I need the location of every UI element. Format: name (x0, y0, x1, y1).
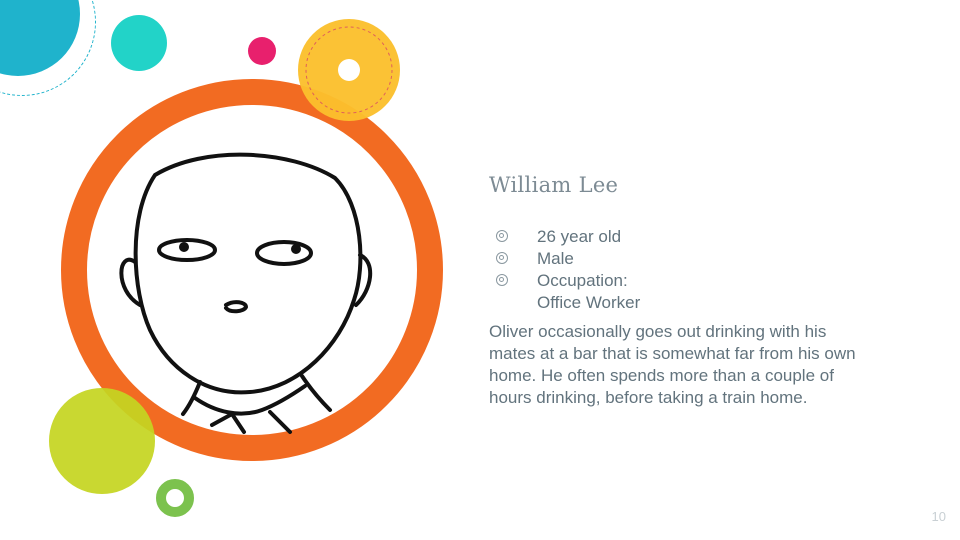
lime-circle-decoration (49, 388, 155, 494)
list-item-age: 26 year old (494, 226, 640, 248)
slide: William Lee 26 year old Male Occupation:… (0, 0, 960, 540)
attribute-list: 26 year old Male Occupation: Office Work… (494, 226, 640, 314)
list-item-label: Office Worker (537, 293, 641, 312)
left-pupil (179, 242, 189, 252)
list-item-occupation-value: Office Worker (494, 292, 640, 314)
circle-bullet-icon (496, 252, 508, 264)
persona-description: Oliver occasionally goes out drinking wi… (489, 322, 856, 407)
list-item-label: Occupation: (537, 271, 628, 290)
list-item-label: Male (537, 249, 574, 268)
person-name-title: William Lee (489, 173, 619, 197)
list-item-label: 26 year old (537, 227, 622, 246)
circle-bullet-icon (496, 274, 508, 286)
neck-right (300, 374, 332, 412)
green-ring-decoration (156, 479, 194, 517)
yellow-circle-center-dot (338, 59, 360, 81)
list-item-gender: Male (494, 248, 640, 270)
avatar-illustration (49, 19, 443, 517)
circle-bullet-icon (496, 230, 508, 242)
right-pupil (291, 244, 301, 254)
list-item-occupation: Occupation: (494, 270, 640, 292)
shirt-line-right (268, 410, 292, 434)
shirt-line-left (210, 412, 246, 434)
page-number: 10 (931, 509, 946, 524)
head-outline (133, 152, 363, 395)
right-eye (255, 240, 313, 266)
mouth (224, 300, 248, 314)
